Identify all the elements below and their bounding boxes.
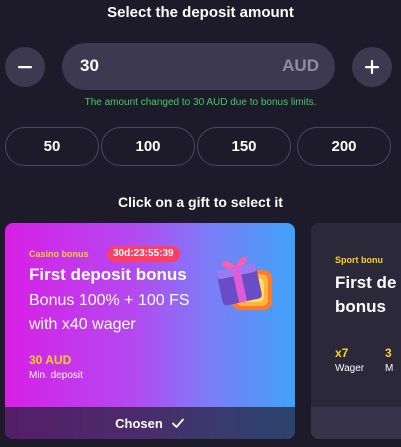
amount-value[interactable]: 30 [80, 56, 99, 76]
gift-section-title: Click on a gift to select it [118, 194, 283, 210]
bonus-description: Bonus 100% + 100 FS with x40 wager [29, 292, 190, 333]
minus-icon [18, 66, 32, 69]
bonus-title: First deposit bonus [29, 265, 187, 284]
wager-value: x7 [335, 346, 349, 360]
amount-input[interactable]: 30 AUD [62, 43, 335, 90]
deposit-title: Select the deposit amount [107, 4, 294, 21]
preset-amount-button[interactable]: 100 [101, 127, 195, 166]
preset-amount-button[interactable]: 200 [297, 127, 391, 166]
checkmark-icon [171, 418, 184, 428]
sport-bonus-card[interactable]: Sport bonu First de bonus x7 Wager 3 M [311, 223, 401, 439]
wager-label: Wager [335, 363, 365, 374]
chosen-label: Chosen [115, 415, 163, 431]
bonus-category-tag: Casino bonus [29, 249, 89, 259]
bonus-title-line: First de [335, 273, 397, 292]
card-footer [311, 407, 401, 439]
gift-box-icon [216, 256, 272, 310]
min-deposit-label: Min. deposit [29, 370, 83, 381]
increase-amount-button[interactable] [352, 47, 392, 87]
preset-amount-button[interactable]: 150 [197, 127, 291, 166]
chosen-status-bar: Chosen [5, 407, 295, 439]
decrease-amount-button[interactable] [5, 47, 45, 87]
casino-bonus-card[interactable]: Casino bonus 30d:23:55:39 First deposit … [5, 223, 295, 439]
amount-currency: AUD [282, 56, 319, 75]
countdown-timer-badge: 30d:23:55:39 [107, 246, 180, 262]
bonus-title: First de bonus [335, 271, 401, 319]
bonus-category-tag: Sport bonu [335, 255, 383, 265]
min-deposit-label: M [385, 363, 394, 374]
min-deposit-value: 30 AUD [29, 353, 72, 367]
min-deposit-value: 3 [385, 346, 392, 360]
amount-limit-notice: The amount changed to 30 AUD due to bonu… [84, 97, 317, 108]
plus-icon [365, 60, 379, 74]
preset-amount-button[interactable]: 50 [5, 127, 99, 166]
bonus-title-line: bonus [335, 297, 386, 316]
